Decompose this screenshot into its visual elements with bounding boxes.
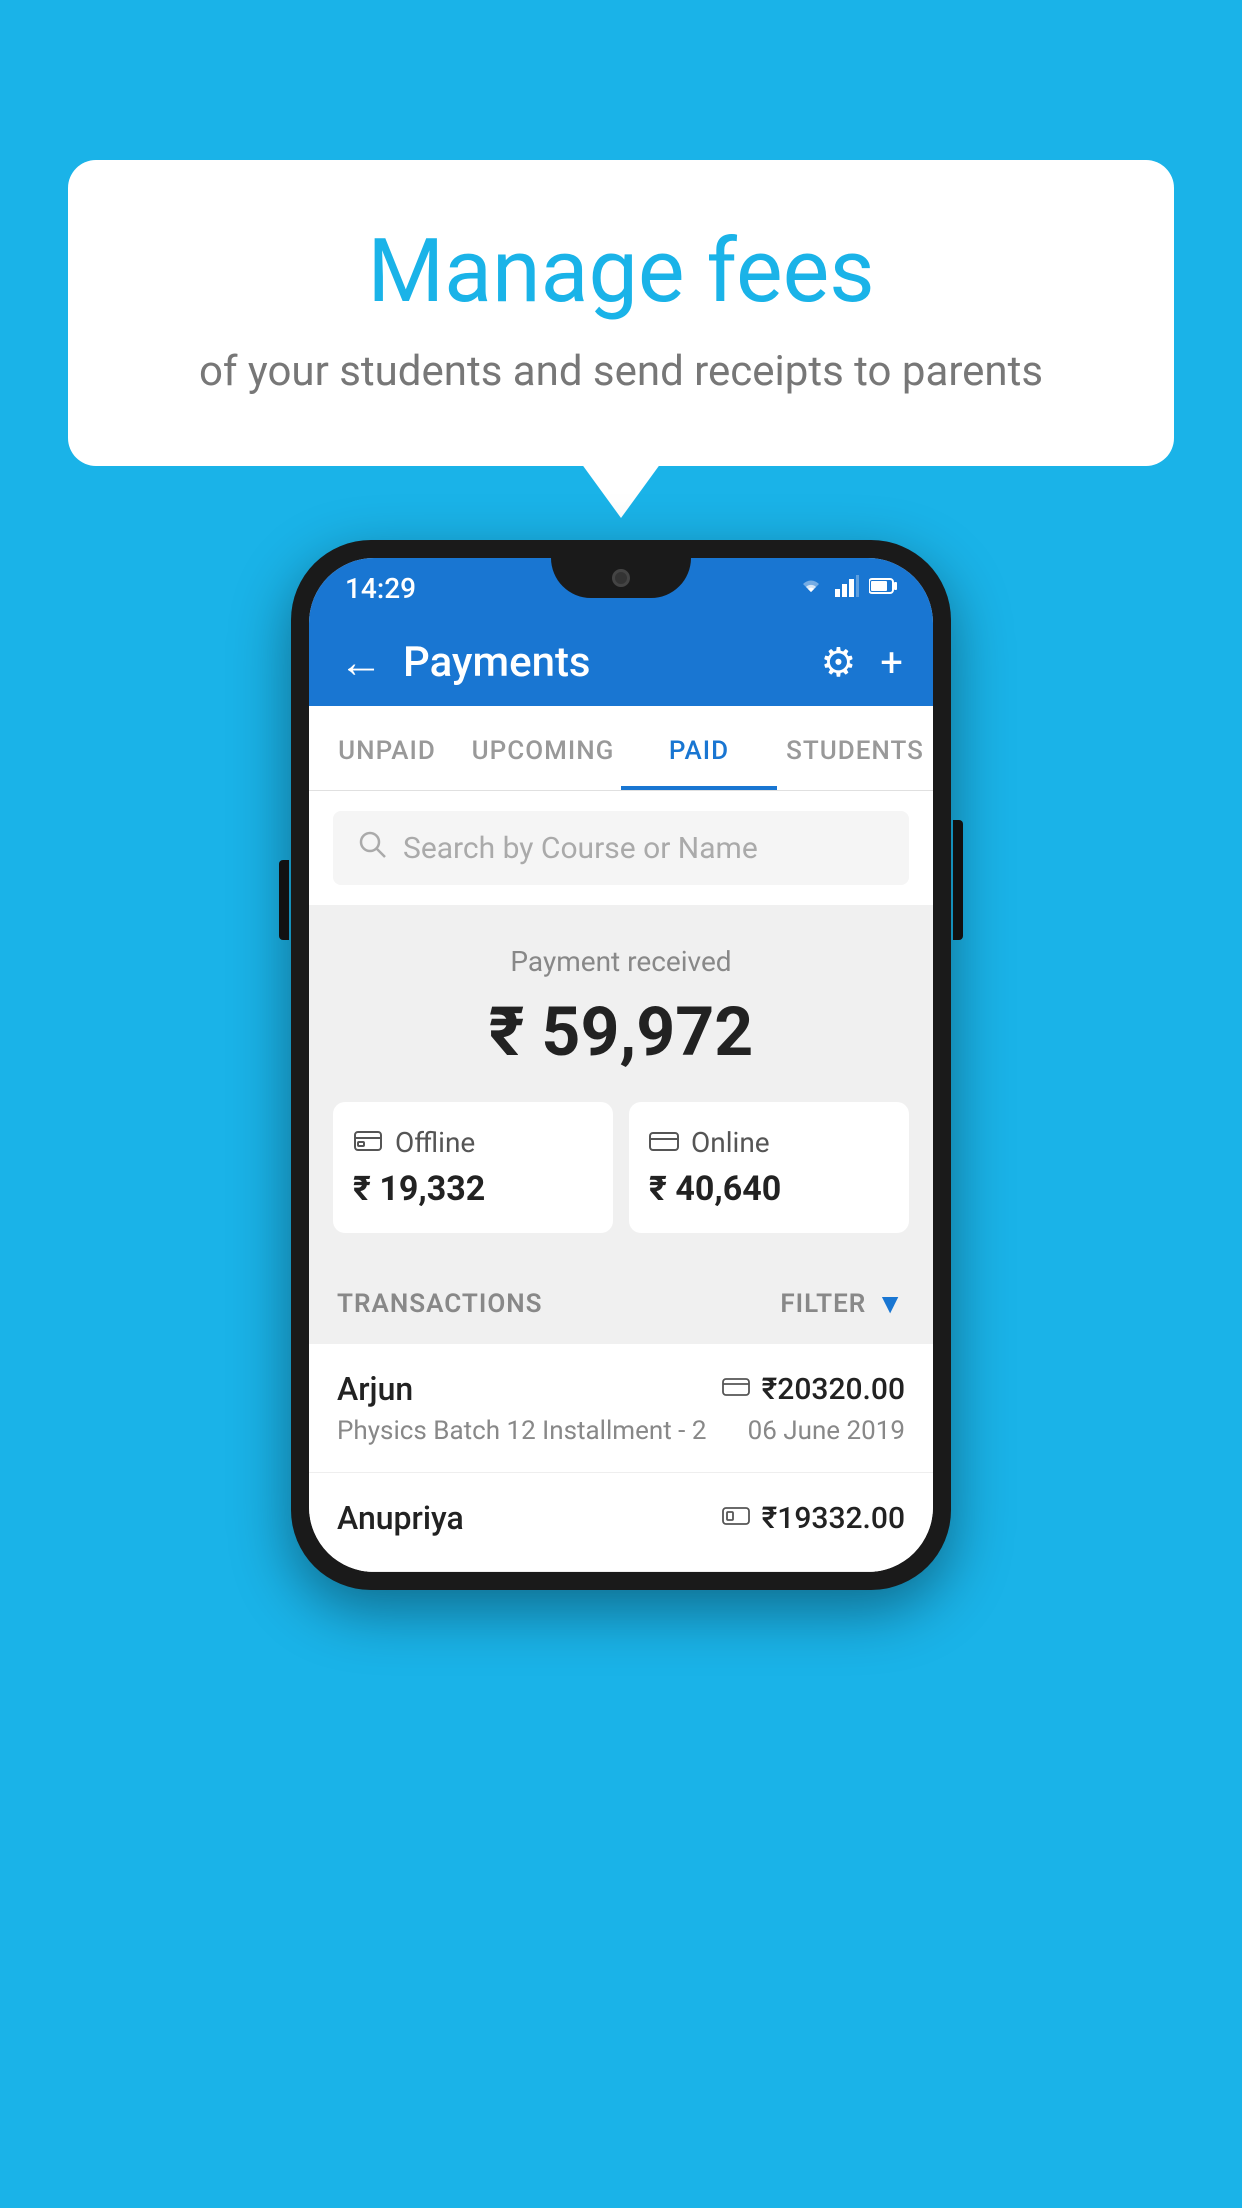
payment-cards: Offline ₹ 19,332 Online bbox=[333, 1102, 909, 1233]
transaction-row[interactable]: Arjun ₹20320.00 Physics Batch 12 Install… bbox=[309, 1344, 933, 1473]
transaction-row[interactable]: Anupriya ₹19332.00 bbox=[309, 1473, 933, 1572]
payment-received-label: Payment received bbox=[333, 945, 909, 978]
search-box[interactable]: Search by Course or Name bbox=[333, 811, 909, 885]
add-icon[interactable]: + bbox=[880, 639, 903, 686]
online-label: Online bbox=[691, 1126, 770, 1159]
offline-icon bbox=[353, 1126, 383, 1159]
transaction-amount-wrap: ₹19332.00 bbox=[722, 1501, 905, 1536]
speech-bubble: Manage fees of your students and send re… bbox=[68, 160, 1174, 466]
online-card-header: Online bbox=[649, 1126, 889, 1159]
speech-bubble-title: Manage fees bbox=[148, 220, 1094, 323]
search-placeholder: Search by Course or Name bbox=[403, 831, 758, 866]
offline-amount: ₹ 19,332 bbox=[353, 1169, 593, 1209]
online-card: Online ₹ 40,640 bbox=[629, 1102, 909, 1233]
tab-bar: UNPAID UPCOMING PAID STUDENTS bbox=[309, 706, 933, 791]
signal-icon bbox=[835, 575, 859, 601]
transactions-label: TRANSACTIONS bbox=[337, 1289, 543, 1319]
battery-icon bbox=[869, 577, 897, 599]
transaction-name: Anupriya bbox=[337, 1499, 464, 1537]
transaction-top: Anupriya ₹19332.00 bbox=[337, 1499, 905, 1537]
phone-outer: 14:29 bbox=[291, 540, 951, 1590]
app-bar-actions: ⚙ + bbox=[820, 639, 903, 686]
transaction-bottom: Physics Batch 12 Installment - 2 06 June… bbox=[337, 1416, 905, 1446]
back-button[interactable]: ← bbox=[339, 636, 383, 688]
phone-mockup: 14:29 bbox=[291, 540, 951, 1590]
transaction-amount-wrap: ₹20320.00 bbox=[722, 1372, 905, 1407]
camera bbox=[612, 569, 630, 587]
transaction-date: 06 June 2019 bbox=[748, 1416, 905, 1446]
offline-card-header: Offline bbox=[353, 1126, 593, 1159]
filter-icon: ▼ bbox=[876, 1287, 905, 1320]
transactions-header: TRANSACTIONS FILTER ▼ bbox=[309, 1263, 933, 1344]
tab-paid[interactable]: PAID bbox=[621, 706, 777, 790]
phone-inner: 14:29 bbox=[309, 558, 933, 1572]
notch bbox=[551, 558, 691, 598]
cash-icon bbox=[722, 1503, 750, 1533]
filter-button[interactable]: FILTER ▼ bbox=[780, 1287, 905, 1320]
transaction-amount: ₹20320.00 bbox=[762, 1372, 905, 1407]
search-icon bbox=[357, 829, 387, 867]
status-bar: 14:29 bbox=[309, 558, 933, 618]
offline-label: Offline bbox=[395, 1126, 475, 1159]
app-bar: ← Payments ⚙ + bbox=[309, 618, 933, 706]
total-payment-amount: ₹ 59,972 bbox=[333, 992, 909, 1072]
settings-icon[interactable]: ⚙ bbox=[820, 639, 856, 686]
online-amount: ₹ 40,640 bbox=[649, 1169, 889, 1209]
transaction-top: Arjun ₹20320.00 bbox=[337, 1370, 905, 1408]
transaction-amount: ₹19332.00 bbox=[762, 1501, 905, 1536]
offline-card: Offline ₹ 19,332 bbox=[333, 1102, 613, 1233]
tab-upcoming[interactable]: UPCOMING bbox=[465, 706, 621, 790]
tab-unpaid[interactable]: UNPAID bbox=[309, 706, 465, 790]
speech-bubble-subtitle: of your students and send receipts to pa… bbox=[148, 347, 1094, 396]
status-time: 14:29 bbox=[345, 572, 416, 605]
payment-summary: Payment received ₹ 59,972 bbox=[309, 905, 933, 1263]
tab-students[interactable]: STUDENTS bbox=[777, 706, 933, 790]
card-icon bbox=[722, 1374, 750, 1404]
status-icons bbox=[797, 574, 897, 602]
transaction-course: Physics Batch 12 Installment - 2 bbox=[337, 1416, 706, 1446]
page-title: Payments bbox=[403, 638, 800, 687]
wifi-icon bbox=[797, 574, 825, 602]
filter-label: FILTER bbox=[780, 1289, 866, 1319]
search-container: Search by Course or Name bbox=[309, 791, 933, 905]
transaction-name: Arjun bbox=[337, 1370, 413, 1408]
online-icon bbox=[649, 1126, 679, 1159]
